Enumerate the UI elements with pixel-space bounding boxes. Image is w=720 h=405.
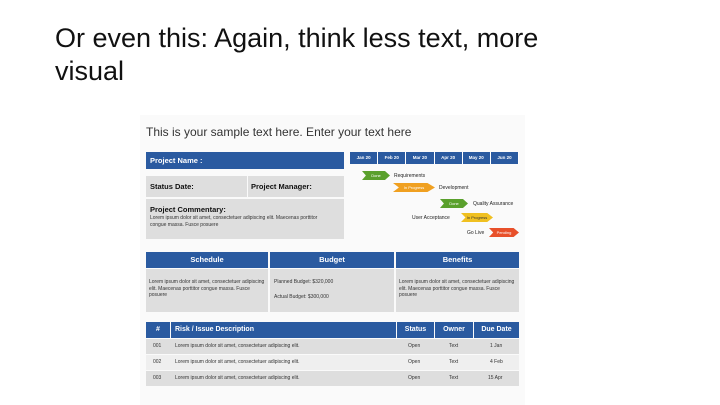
project-manager-label: Project Manager: (251, 182, 312, 191)
row-due-date: 1 Jan (490, 343, 503, 349)
risk-col-number: # (146, 322, 170, 338)
schedule-body: Lorem ipsum dolor sit amet, consectetuer… (146, 269, 268, 312)
row-description: Lorem ipsum dolor sit amet, consectetuer… (175, 375, 300, 381)
risk-col-description: Risk / Issue Description (171, 322, 396, 338)
slide-title-line-2: visual (55, 56, 125, 86)
project-name-bar: Project Name : (146, 152, 344, 169)
row-owner: Text (449, 359, 459, 365)
milestone-arrow-development: In Progress (393, 183, 435, 192)
project-commentary-label: Project Commentary: (150, 205, 226, 214)
budget-header: Budget (270, 252, 394, 268)
benefits-text: Lorem ipsum dolor sit amet, consectetuer… (399, 279, 515, 298)
status-date-label: Status Date: (150, 182, 194, 191)
project-commentary-text: Lorem ipsum dolor sit amet, consectetuer… (150, 215, 318, 228)
milestone-label-quality-assurance: Quality Assurance (473, 201, 514, 207)
month-header: Feb 20 (378, 152, 407, 164)
milestone-arrow-user-acceptance: In Progress (461, 213, 493, 222)
row-due-date: 15 Apr (488, 375, 503, 381)
row-number: 003 (153, 375, 162, 381)
milestone-arrow-quality-assurance: Done (440, 199, 468, 208)
table-row: 003 Lorem ipsum dolor sit amet, consecte… (146, 371, 519, 386)
slide-title: Or even this: Again, think less text, mo… (55, 22, 675, 88)
timeline-months: Jan 20 Feb 20 Mar 20 Apr 20 May 20 Jun 2… (350, 152, 520, 164)
row-description: Lorem ipsum dolor sit amet, consectetuer… (175, 359, 300, 365)
row-description: Lorem ipsum dolor sit amet, consectetuer… (175, 343, 300, 349)
milestone-label-development: Development (439, 185, 469, 191)
risk-col-status: Status (397, 322, 434, 338)
milestone-label-go-live: Go Live (467, 230, 485, 236)
schedule-header: Schedule (146, 252, 268, 268)
row-status: Open (408, 359, 421, 365)
row-owner: Text (449, 375, 459, 381)
sample-subtitle: This is your sample text here. Enter you… (146, 125, 412, 139)
month-header: Apr 20 (434, 152, 463, 164)
milestone-label-requirements: Requirements (394, 173, 426, 179)
risk-col-due-date: Due Date (474, 322, 519, 338)
month-header: Jan 20 (350, 152, 379, 164)
milestone-arrow-requirements: Done (362, 171, 390, 180)
benefits-body: Lorem ipsum dolor sit amet, consectetuer… (396, 269, 519, 312)
row-owner: Text (449, 343, 459, 349)
risk-col-owner: Owner (435, 322, 473, 338)
milestone-label-user-acceptance: User Acceptance (412, 215, 450, 221)
month-header: Jun 20 (490, 152, 520, 164)
row-status: Open (408, 375, 421, 381)
schedule-text: Lorem ipsum dolor sit amet, consectetuer… (149, 279, 265, 298)
month-header: May 20 (462, 152, 491, 164)
month-header: Mar 20 (406, 152, 435, 164)
row-number: 002 (153, 359, 162, 365)
slide-title-line-1: Or even this: Again, think less text, mo… (55, 23, 539, 53)
table-row: 001 Lorem ipsum dolor sit amet, consecte… (146, 339, 519, 354)
project-manager-cell: Project Manager: (248, 176, 344, 197)
milestone-arrow-go-live: Pending (489, 228, 519, 237)
row-due-date: 4 Feb (490, 359, 503, 365)
budget-body: Planned Budget: $320,000 Actual Budget: … (270, 269, 394, 312)
row-number: 001 (153, 343, 162, 349)
project-commentary-cell: Project Commentary: Lorem ipsum dolor si… (146, 199, 344, 239)
planned-budget: Planned Budget: $320,000 (274, 279, 334, 285)
table-row: 002 Lorem ipsum dolor sit amet, consecte… (146, 355, 519, 370)
actual-budget: Actual Budget: $300,000 (274, 294, 329, 300)
project-name-label: Project Name : (150, 156, 203, 165)
status-date-cell: Status Date: (146, 176, 247, 197)
row-status: Open (408, 343, 421, 349)
benefits-header: Benefits (396, 252, 519, 268)
